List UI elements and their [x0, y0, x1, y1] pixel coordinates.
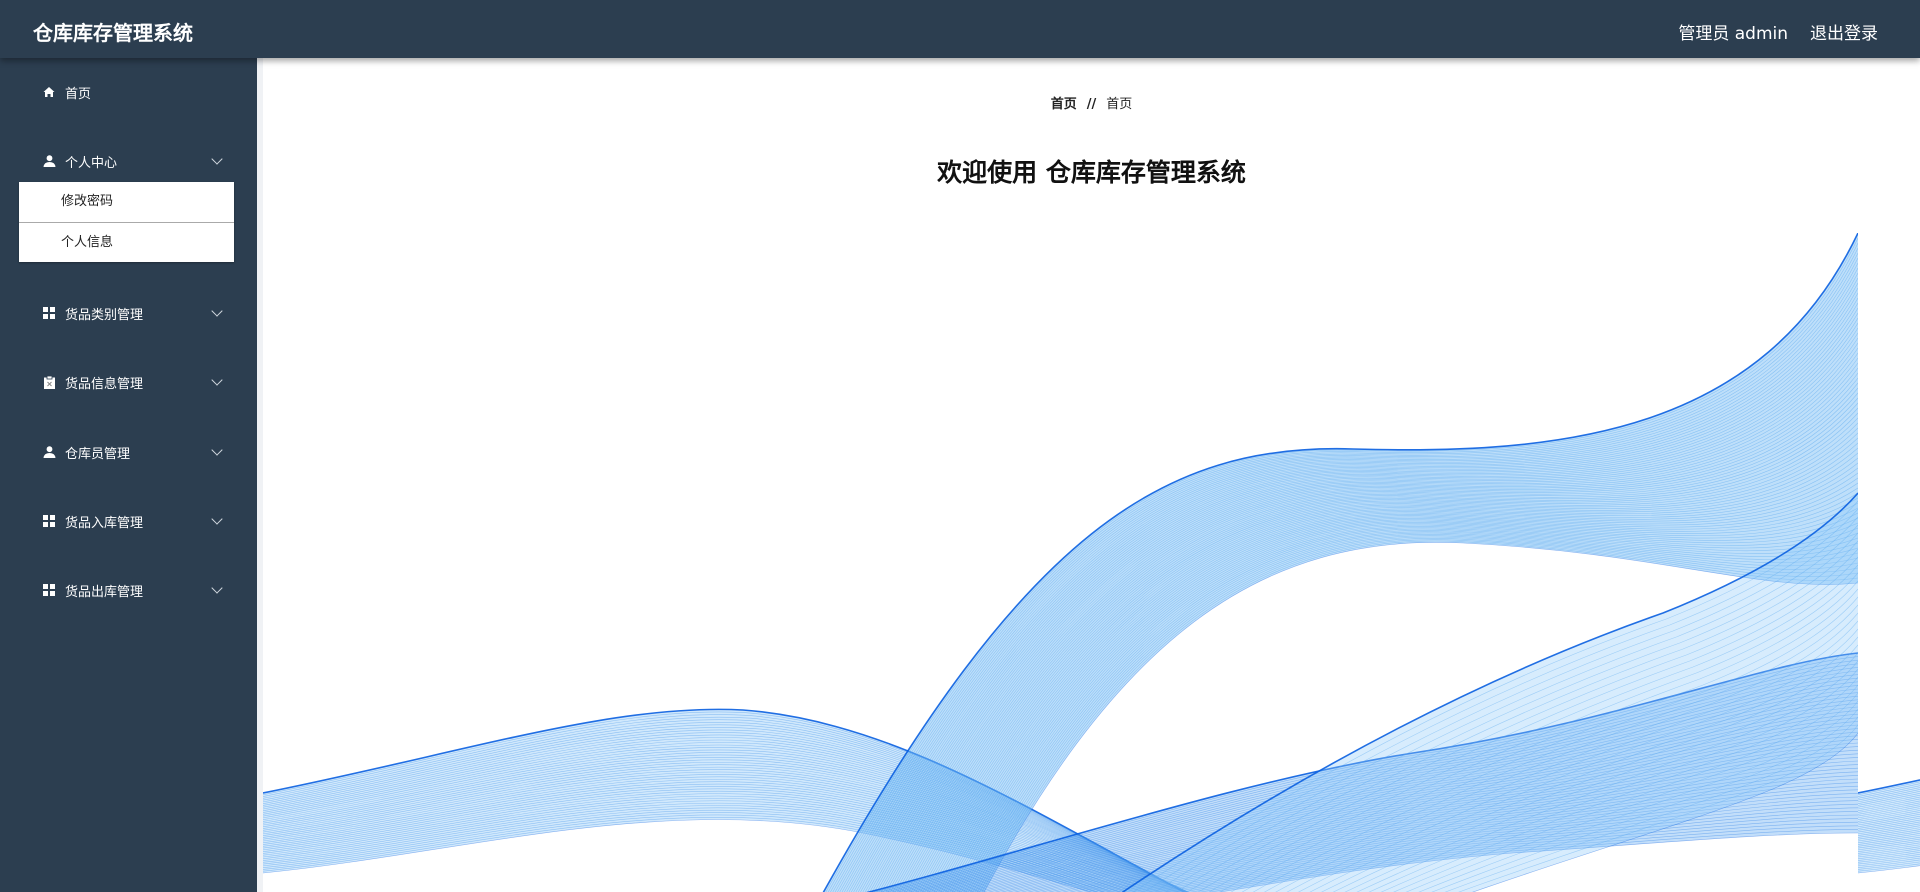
- main-content: 首页 // 首页 欢迎使用 仓库库存管理系统: [263, 58, 1920, 892]
- grid-icon: [42, 514, 56, 528]
- sidebar-item-goods-info-management[interactable]: 货品信息管理: [0, 362, 257, 402]
- user-icon: [42, 154, 56, 168]
- chevron-down-icon: [211, 582, 223, 594]
- chevron-down-icon: [211, 513, 223, 525]
- top-header: 仓库库存管理系统 管理员 admin 退出登录: [0, 0, 1920, 58]
- chevron-down-icon: [211, 444, 223, 456]
- user-icon: [42, 445, 56, 459]
- clipboard-icon: [42, 375, 56, 389]
- breadcrumb-home[interactable]: 首页: [1051, 97, 1077, 112]
- sidebar-item-label: 仓库员管理: [65, 446, 131, 462]
- chevron-down-icon: [211, 305, 223, 317]
- sidebar-item-home[interactable]: 首页: [0, 72, 257, 112]
- wave-background-image: [263, 233, 1858, 892]
- chevron-down-icon: [211, 153, 223, 165]
- sidebar-item-label: 货品入库管理: [65, 515, 144, 531]
- sidebar-item-label: 货品信息管理: [65, 376, 144, 392]
- sidebar: 首页 个人中心 修改密码 个人信息 货品类别管理 货品信息管理 仓库员管理 货品…: [0, 58, 257, 892]
- home-icon: [42, 85, 56, 99]
- wave-background-image: [1858, 779, 1920, 874]
- sidebar-item-personal-center[interactable]: 个人中心: [0, 141, 257, 181]
- logout-button[interactable]: 退出登录: [1810, 19, 1878, 44]
- chevron-down-icon: [211, 374, 223, 386]
- personal-center-submenu: 修改密码 个人信息: [19, 182, 234, 262]
- welcome-title: 欢迎使用 仓库库存管理系统: [937, 158, 1246, 187]
- sidebar-item-warehouse-staff-management[interactable]: 仓库员管理: [0, 432, 257, 472]
- grid-icon: [42, 583, 56, 597]
- app-title: 仓库库存管理系统: [33, 21, 193, 45]
- sidebar-item-label: 货品类别管理: [65, 307, 144, 323]
- sidebar-item-label: 首页: [65, 86, 92, 102]
- sidebar-item-label: 货品出库管理: [65, 584, 144, 600]
- breadcrumb: 首页 // 首页: [263, 93, 1920, 112]
- current-user: 管理员 admin: [1678, 24, 1788, 44]
- breadcrumb-separator: //: [1086, 97, 1097, 112]
- submenu-personal-info[interactable]: 个人信息: [19, 222, 234, 262]
- sidebar-item-label: 个人中心: [65, 155, 118, 171]
- grid-icon: [42, 306, 56, 320]
- sidebar-item-stock-in-management[interactable]: 货品入库管理: [0, 501, 257, 541]
- submenu-change-password[interactable]: 修改密码: [19, 182, 234, 222]
- breadcrumb-current: 首页: [1106, 97, 1133, 112]
- sidebar-item-stock-out-management[interactable]: 货品出库管理: [0, 570, 257, 610]
- sidebar-item-category-management[interactable]: 货品类别管理: [0, 293, 257, 333]
